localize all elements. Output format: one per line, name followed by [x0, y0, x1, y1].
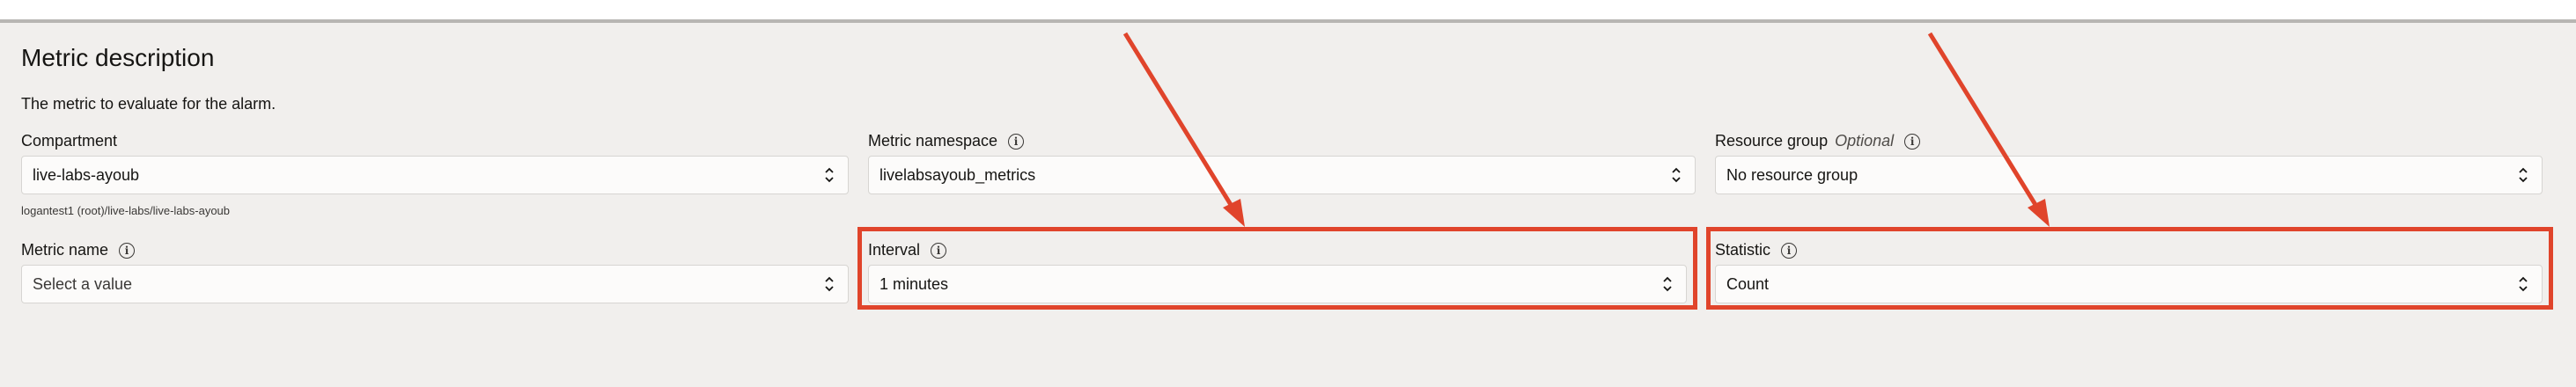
metric-name-label-text: Metric name [21, 241, 109, 259]
info-icon[interactable]: i [931, 242, 947, 259]
metric-namespace-label: Metric namespace i [868, 132, 1025, 150]
chevron-up-down-icon [1663, 276, 1672, 292]
statistic-label: Statistic i [1715, 241, 1798, 259]
info-icon[interactable]: i [1008, 133, 1025, 150]
metric-name-placeholder: Select a value [33, 274, 133, 293]
metric-namespace-value: livelabsayoub_metrics [880, 165, 1036, 184]
metric-name-label: Metric name i [21, 241, 136, 259]
compartment-label: Compartment [21, 132, 117, 150]
interval-label: Interval i [868, 241, 947, 259]
section-title: Metric description [21, 44, 215, 71]
chevron-up-down-icon [1672, 167, 1681, 183]
compartment-select[interactable]: live-labs-ayoub [21, 156, 849, 194]
chevron-up-down-icon [2519, 167, 2528, 183]
interval-select[interactable]: 1 minutes [868, 265, 1687, 303]
info-icon[interactable]: i [1904, 133, 1921, 150]
resource-group-label-text: Resource group [1715, 132, 1829, 150]
chevron-up-down-icon [825, 167, 834, 183]
info-icon[interactable]: i [1781, 242, 1798, 259]
arrowhead-statistic [2028, 199, 2050, 227]
interval-label-text: Interval [868, 241, 921, 259]
resource-group-select[interactable]: No resource group [1715, 156, 2543, 194]
arrowhead-interval [1223, 199, 1245, 227]
chevron-up-down-icon [825, 276, 834, 292]
metric-name-select[interactable]: Select a value [21, 265, 849, 303]
resource-group-value: No resource group [1726, 165, 1858, 184]
section-description: The metric to evaluate for the alarm. [21, 95, 276, 113]
metric-namespace-label-text: Metric namespace [868, 132, 998, 150]
interval-value: 1 minutes [880, 274, 949, 293]
compartment-value: live-labs-ayoub [33, 165, 140, 184]
metric-namespace-select[interactable]: livelabsayoub_metrics [868, 156, 1696, 194]
info-icon[interactable]: i [119, 242, 136, 259]
chevron-up-down-icon [2519, 276, 2528, 292]
statistic-label-text: Statistic [1715, 241, 1771, 259]
resource-group-label: Resource group Optional i [1715, 132, 1921, 150]
compartment-helper-text: logantest1 (root)/live-labs/live-labs-ay… [21, 204, 231, 217]
compartment-label-text: Compartment [21, 132, 118, 150]
optional-tag: Optional [1835, 132, 1895, 150]
top-divider [0, 0, 2576, 23]
statistic-select[interactable]: Count [1715, 265, 2543, 303]
statistic-value: Count [1726, 274, 1770, 293]
